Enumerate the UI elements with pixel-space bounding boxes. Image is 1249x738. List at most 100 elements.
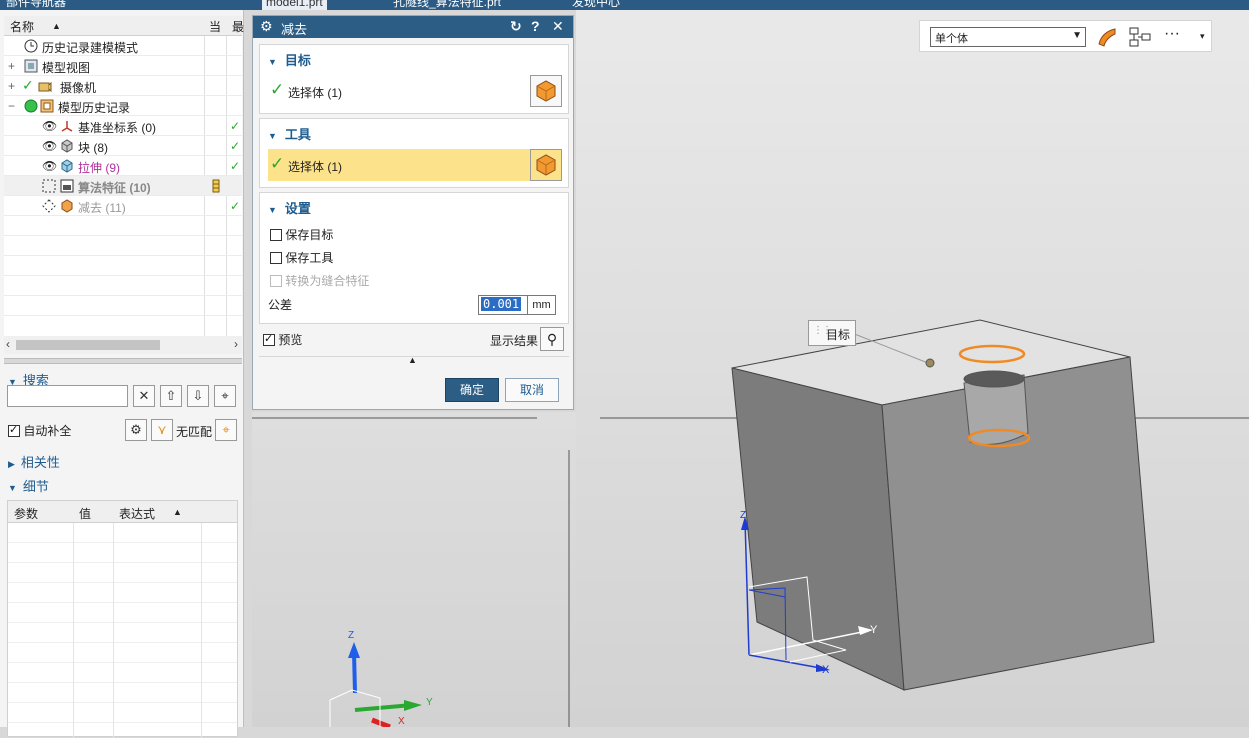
keep-target-checkbox[interactable]: 保存目标 [270, 226, 333, 243]
target-group-header[interactable]: ▼ 目标 [268, 50, 311, 69]
target-callout[interactable]: ⋮⋮ 目标 [808, 320, 856, 346]
part-navigator: 名称 ▲ 当 最 历史记录建模模式 + 模型视图 + ✓ 摄像机 − 模型历史记… [0, 10, 244, 738]
tolerance-input[interactable]: 0.001 [478, 295, 528, 315]
dialog-title-bar[interactable]: ⚙ 减去 ↻ ? ✕ [253, 16, 573, 38]
collapse-triangle-icon: ▼ [268, 205, 277, 215]
toolbar-dropdown-icon[interactable]: ▾ [1200, 31, 1205, 42]
settings-group-header[interactable]: ▼ 设置 [268, 198, 311, 217]
datum-csys-icon [60, 119, 74, 133]
column-name[interactable]: 名称 [10, 18, 34, 35]
check-icon: ✓ [270, 80, 285, 99]
hierarchy-icon[interactable] [1128, 26, 1154, 51]
column-value[interactable]: 值 [79, 505, 91, 522]
preview-checkbox[interactable]: 预览 [263, 331, 302, 348]
scroll-thumb[interactable] [16, 340, 160, 350]
arrow-down-icon[interactable]: ⇩ [187, 385, 209, 407]
history-icon [40, 99, 54, 113]
tab-part-navigator[interactable]: 部件导航器 [6, 0, 66, 10]
tree-header: 名称 ▲ 当 最 [4, 16, 244, 36]
eye-icon[interactable]: 👁 [42, 139, 57, 153]
clock-icon [24, 39, 38, 53]
axis-label-x: X [822, 664, 830, 676]
tab-model1[interactable]: model1.prt [262, 0, 327, 10]
column-last[interactable]: 最 [232, 18, 244, 35]
triad-label-z: Z [348, 630, 355, 641]
triad-label-y: Y [426, 697, 433, 708]
check-icon: ✓ [22, 77, 34, 93]
tree-row-history-mode[interactable]: 历史记录建模模式 [4, 36, 242, 56]
view-icon [24, 59, 38, 73]
panel-splitter[interactable] [4, 358, 242, 364]
tree-row-model-history[interactable]: − 模型历史记录 [4, 96, 242, 116]
collapse-icon[interactable]: − [8, 99, 15, 113]
column-current[interactable]: 当 [209, 18, 221, 35]
tree-row-model-views[interactable]: + 模型视图 [4, 56, 242, 76]
help-icon[interactable]: ? [531, 18, 540, 34]
keep-tool-checkbox[interactable]: 保存工具 [270, 249, 333, 266]
dashed-box-icon [42, 179, 56, 193]
axis-label-y: Y [870, 624, 878, 636]
camera-icon [38, 79, 52, 93]
tree-row-datum-csys[interactable]: 👁 基准坐标系 (0) ✓ [4, 116, 242, 136]
filter-icon[interactable]: ⋎ [151, 419, 173, 441]
tree-row-subtract[interactable]: 减去 (11) ✓ [4, 196, 242, 216]
tool-group: ▼ 工具 ✓ 选择体 (1) [259, 118, 569, 188]
detail-section-header[interactable]: ▼ 细节 [8, 476, 49, 495]
ok-button[interactable]: 确定 [445, 378, 499, 402]
tool-select-body[interactable]: ✓ 选择体 (1) [268, 149, 562, 181]
locate-icon[interactable]: ⌖ [215, 419, 237, 441]
tree-horizontal-scrollbar[interactable]: ‹ › [4, 336, 242, 354]
column-parameter[interactable]: 参数 [14, 505, 38, 522]
crosshair-icon[interactable]: ⌖ [214, 385, 236, 407]
sort-asc-icon: ▲ [173, 507, 182, 517]
close-icon[interactable]: ✕ [552, 18, 564, 35]
target-select-body[interactable]: ✓ 选择体 (1) [268, 75, 562, 107]
eye-icon[interactable]: 👁 [42, 159, 57, 173]
tolerance-unit: mm [528, 295, 556, 315]
more-icon[interactable]: ··· [1164, 25, 1180, 43]
tree-row-camera[interactable]: + ✓ 摄像机 [4, 76, 242, 96]
relevance-section-header[interactable]: ▶ 相关性 [8, 452, 60, 471]
scroll-right-icon[interactable]: › [234, 337, 238, 351]
arrow-up-icon[interactable]: ⇧ [160, 385, 182, 407]
search-input[interactable] [7, 385, 128, 407]
status-ok-icon [24, 99, 38, 113]
auto-complete-checkbox[interactable]: 自动补全 [8, 422, 71, 439]
sort-asc-icon: ▲ [52, 21, 61, 31]
tool-body-button[interactable] [530, 149, 562, 181]
face-icon[interactable] [1096, 26, 1118, 51]
check-icon: ✓ [270, 154, 285, 173]
tree-row-extrude[interactable]: 👁 拉伸 (9) ✓ [4, 156, 242, 176]
reset-icon[interactable]: ↻ [510, 18, 522, 35]
tree-row-block[interactable]: 👁 块 (8) ✓ [4, 136, 242, 156]
gear-icon[interactable]: ⚙ [260, 18, 273, 35]
tab-algorithm-part[interactable]: 孔隧线_算法特征.prt [393, 0, 501, 10]
extrude-icon [60, 159, 74, 173]
settings-filter-icon[interactable]: ⚙ [125, 419, 147, 441]
tab-discovery-center[interactable]: 发现中心 [572, 0, 620, 10]
detail-table-header: 参数 值 表达式 ▲ [8, 501, 237, 523]
tool-group-header[interactable]: ▼ 工具 [268, 124, 311, 143]
eye-icon[interactable]: 👁 [42, 119, 57, 133]
feature-tree: 历史记录建模模式 + 模型视图 + ✓ 摄像机 − 模型历史记录 👁 基准坐标系… [4, 36, 242, 336]
clear-icon[interactable]: ✕ [133, 385, 155, 407]
tree-row-algorithm-feature[interactable]: 算法特征 (10) [4, 176, 242, 196]
scroll-left-icon[interactable]: ‹ [6, 337, 10, 351]
collapse-triangle-icon: ▼ [268, 131, 277, 141]
checkbox[interactable] [8, 423, 20, 437]
axis-label-z: Z [740, 510, 747, 521]
expand-triangle-icon: ▶ [8, 459, 15, 469]
cancel-button[interactable]: 取消 [505, 378, 559, 402]
convert-sew-checkbox[interactable]: 转换为缝合特征 [270, 272, 369, 289]
selection-filter-select[interactable]: 单个体 ▼ [930, 27, 1086, 47]
dashed-diamond-icon [42, 199, 56, 213]
show-result-magnifier-icon[interactable]: ⚲ [540, 327, 564, 351]
expand-icon[interactable]: + [8, 59, 15, 73]
expand-icon[interactable]: + [8, 79, 15, 93]
block-icon [60, 139, 74, 153]
expand-more-icon[interactable]: ▲ [408, 355, 417, 365]
column-expression[interactable]: 表达式 [119, 505, 155, 522]
target-body-button[interactable] [530, 75, 562, 107]
detail-table: 参数 值 表达式 ▲ [7, 500, 238, 738]
settings-group: ▼ 设置 保存目标 保存工具 转换为缝合特征 公差 0.001 mm [259, 192, 569, 324]
